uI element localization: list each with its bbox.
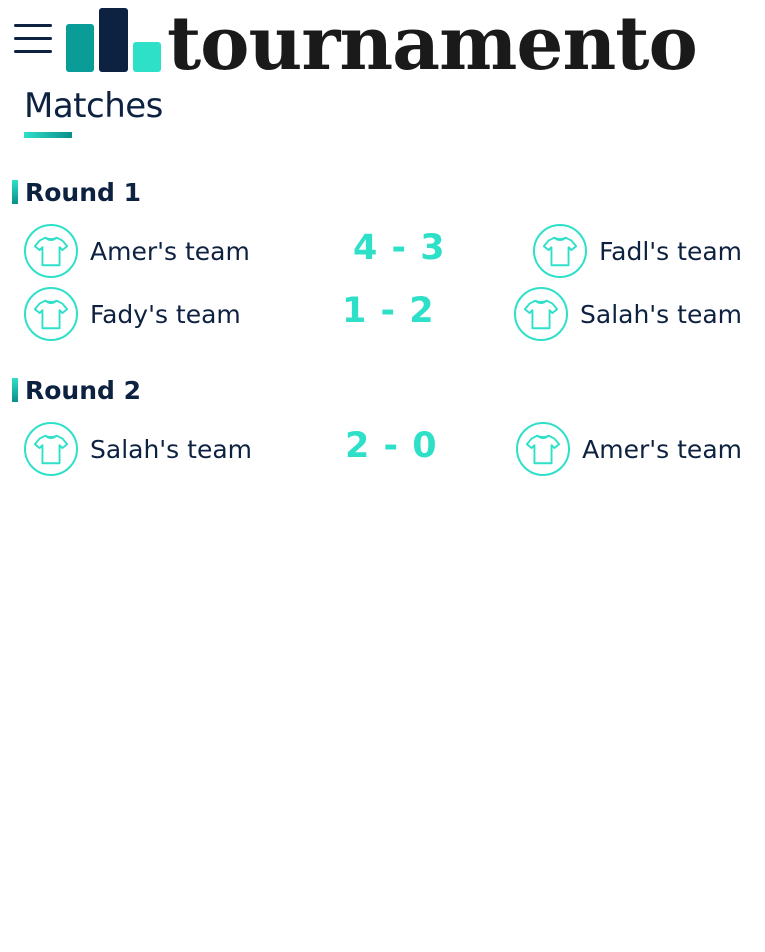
round-accent-bar: [12, 180, 18, 204]
home-team[interactable]: Fady's team: [24, 285, 241, 343]
logo-bars-icon: [66, 8, 161, 72]
home-team[interactable]: Amer's team: [24, 222, 250, 280]
t-shirt-icon: [24, 224, 78, 278]
app-header: tournamento: [0, 0, 765, 81]
match-score: 2 - 0: [345, 426, 438, 466]
menu-line: [14, 37, 52, 40]
match-score: 4 - 3: [353, 228, 446, 268]
t-shirt-icon: [516, 422, 571, 476]
t-shirt-icon: [24, 287, 78, 341]
menu-line: [14, 24, 52, 27]
away-team-name: Fadl's team: [599, 236, 742, 266]
round-accent-bar: [12, 378, 18, 402]
t-shirt-icon: [514, 287, 568, 341]
match-row[interactable]: Amer's team 4 - 3 Fadl's team: [24, 222, 742, 280]
logo-text: tournamento: [167, 1, 698, 87]
hamburger-menu-icon[interactable]: [12, 20, 54, 58]
round-1-heading: Round 1: [12, 177, 142, 207]
title-underline: [24, 132, 72, 138]
t-shirt-icon: [24, 422, 78, 476]
home-team-name: Amer's team: [90, 236, 250, 266]
menu-line: [14, 50, 52, 53]
round-label: Round 2: [25, 375, 142, 405]
match-row[interactable]: Salah's team 2 - 0 Amer's team: [24, 420, 742, 478]
page-title: Matches: [24, 86, 163, 126]
away-team[interactable]: Fadl's team: [533, 222, 742, 280]
home-team-name: Fady's team: [90, 299, 241, 329]
away-team[interactable]: Salah's team: [514, 285, 742, 343]
app-logo[interactable]: tournamento: [66, 6, 698, 81]
t-shirt-icon: [533, 224, 588, 278]
away-team-name: Salah's team: [580, 299, 742, 329]
round-2-heading: Round 2: [12, 375, 142, 405]
round-label: Round 1: [25, 177, 142, 207]
match-row[interactable]: Fady's team 1 - 2 Salah's team: [24, 285, 742, 343]
home-team[interactable]: Salah's team: [24, 420, 252, 478]
home-team-name: Salah's team: [90, 434, 252, 464]
away-team-name: Amer's team: [582, 434, 742, 464]
match-score: 1 - 2: [342, 291, 435, 331]
away-team[interactable]: Amer's team: [516, 420, 742, 478]
